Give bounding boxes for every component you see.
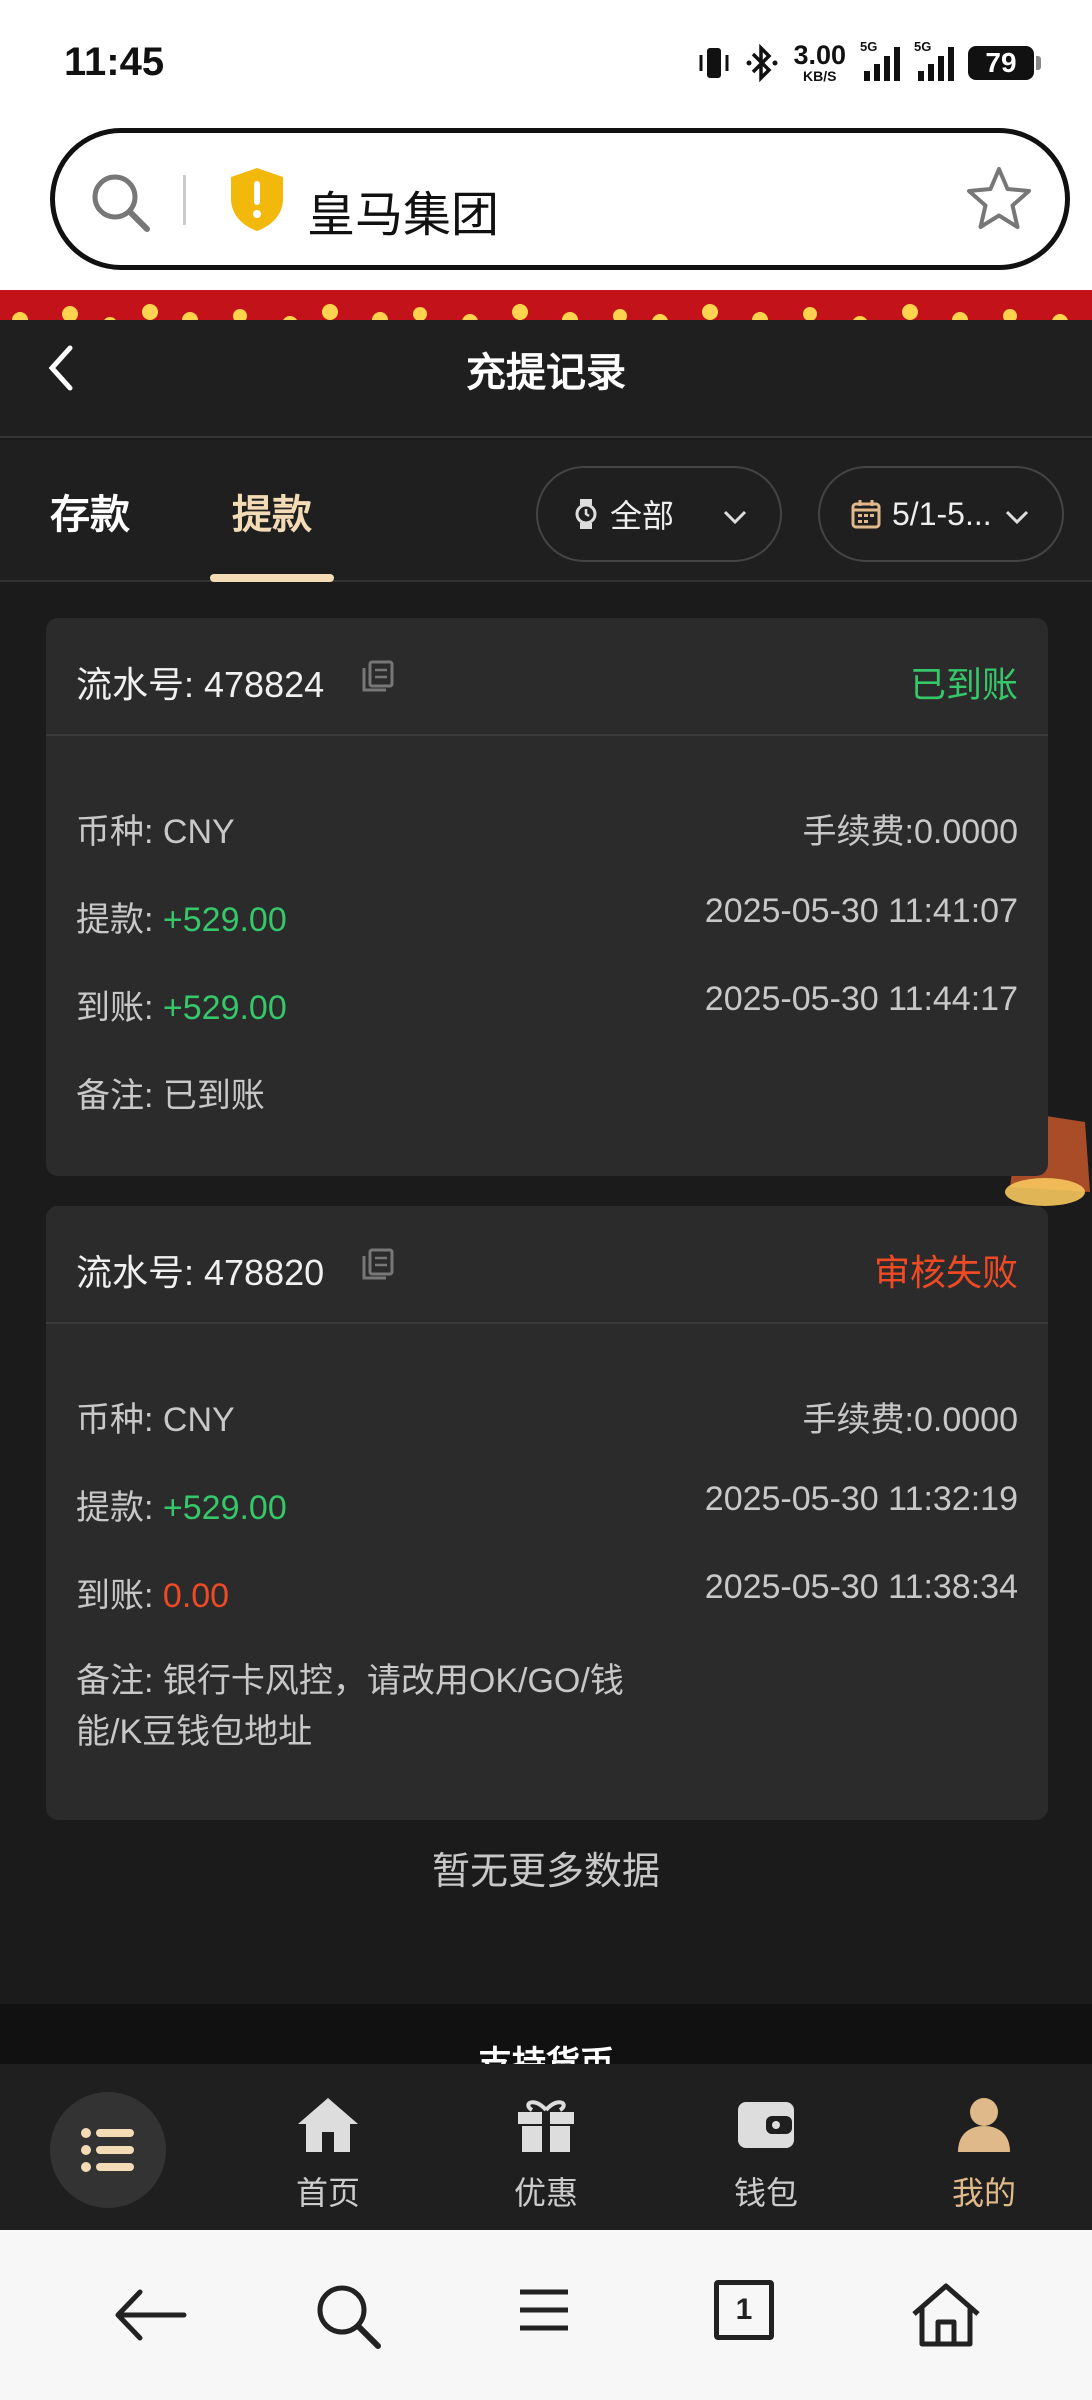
withdraw-row: 提款: +529.00 2025-05-30 11:32:19 xyxy=(76,1480,1018,1527)
menu-button[interactable] xyxy=(50,2092,166,2208)
status-bar: 11:45 3.00 KB/S 5G 5G 79 xyxy=(0,0,1092,128)
arrive-time: 2025-05-30 11:44:17 xyxy=(704,980,1018,1018)
back-arrow-icon[interactable] xyxy=(110,2280,190,2350)
address-divider xyxy=(183,175,186,225)
chevron-down-icon xyxy=(723,510,747,525)
battery-icon: 79 xyxy=(968,45,1041,80)
chevron-down-icon xyxy=(1005,510,1029,525)
tab-deposit[interactable]: 存款 xyxy=(50,482,130,540)
home-icon xyxy=(298,2098,358,2152)
arrive-amount: 0.00 xyxy=(162,1577,230,1615)
withdraw-time: 2025-05-30 11:32:19 xyxy=(704,1480,1018,1518)
active-tab-indicator xyxy=(210,574,334,582)
status-icons: 3.00 KB/S 5G 5G 79 xyxy=(697,39,1041,84)
note-row: 备注: 已到账 xyxy=(76,1077,265,1115)
star-icon[interactable] xyxy=(963,163,1035,235)
search-icon[interactable] xyxy=(89,171,153,235)
address-text[interactable]: 皇马集团 xyxy=(307,175,499,245)
record-card-header: 流水号: 478824 已到账 xyxy=(46,618,1048,736)
copy-icon[interactable] xyxy=(360,658,396,694)
date-filter-dropdown[interactable]: 5/1-5... xyxy=(818,466,1064,562)
nav-home[interactable]: 首页 xyxy=(268,2094,388,2214)
currency-section: 支持货币 xyxy=(0,2004,1092,2083)
wallet-icon xyxy=(738,2102,794,2148)
record-card-header: 流水号: 478820 审核失败 xyxy=(46,1206,1048,1324)
fee-value: 手续费:0.0000 xyxy=(802,813,1018,851)
search-icon[interactable] xyxy=(312,2280,384,2352)
currency-row: 币种: CNY 手续费:0.0000 xyxy=(76,1392,1018,1441)
browser-bottom-bar: 1 xyxy=(0,2230,1092,2400)
vibrate-icon xyxy=(699,47,729,78)
browser-toolbar: 皇马集团 xyxy=(0,128,1092,290)
withdraw-row: 提款: +529.00 2025-05-30 11:41:07 xyxy=(76,892,1018,939)
list-menu-icon xyxy=(81,2128,134,2172)
record-card: 流水号: 478820 审核失败 币种: CNY 手续费:0.0000 提款: … xyxy=(46,1206,1048,1820)
record-card: 流水号: 478824 已到账 币种: CNY 手续费:0.0000 提款: +… xyxy=(46,618,1048,1176)
signal-5g-1-icon: 5G xyxy=(860,39,900,81)
records-list: 流水号: 478824 已到账 币种: CNY 手续费:0.0000 提款: +… xyxy=(0,582,1092,2062)
nav-wallet[interactable]: 钱包 xyxy=(706,2094,826,2214)
status-time: 11:45 xyxy=(64,40,165,84)
shield-warning-icon[interactable] xyxy=(227,165,287,233)
gift-icon xyxy=(518,2100,574,2152)
no-more-data: 暂无更多数据 xyxy=(431,1851,660,1893)
calendar-icon xyxy=(851,500,881,529)
withdraw-amount: +529.00 xyxy=(162,901,287,939)
filter-watch-icon xyxy=(575,499,597,529)
arrive-time: 2025-05-30 11:38:34 xyxy=(704,1568,1018,1606)
tabs-row: 存款 提款 全部 5/1-5... xyxy=(0,440,1092,582)
date-filter-value: 5/1-5... xyxy=(892,495,992,532)
tabs-icon[interactable]: 1 xyxy=(714,2280,774,2340)
arrive-amount: +529.00 xyxy=(162,989,287,1027)
page-header: 充提记录 xyxy=(0,320,1092,438)
note-row: 备注: 银行卡风控，请改用OK/GO/钱 能/K豆钱包地址 xyxy=(76,1662,624,1751)
withdraw-amount: +529.00 xyxy=(162,1489,287,1527)
nav-promotions[interactable]: 优惠 xyxy=(486,2094,606,2214)
signal-5g-2-icon: 5G xyxy=(914,39,954,81)
serial-number: 流水号: 478824 xyxy=(76,664,325,705)
copy-icon[interactable] xyxy=(360,1246,396,1282)
serial-number: 流水号: 478820 xyxy=(76,1252,325,1293)
arrive-row: 到账: 0.00 2025-05-30 11:38:34 xyxy=(76,1568,1018,1615)
network-speed: 3.00 KB/S xyxy=(793,40,846,84)
status-filter-value: 全部 xyxy=(610,498,675,534)
currency-row: 币种: CNY 手续费:0.0000 xyxy=(76,804,1018,853)
status-filter-dropdown[interactable]: 全部 xyxy=(536,466,782,562)
app-bottom-nav: 首页 优惠 钱包 我的 xyxy=(0,2064,1092,2230)
bluetooth-icon xyxy=(746,43,778,82)
withdraw-time: 2025-05-30 11:41:07 xyxy=(704,892,1018,930)
address-bar[interactable]: 皇马集团 xyxy=(50,128,1070,270)
nav-profile[interactable]: 我的 xyxy=(924,2094,1044,2214)
status-badge: 已到账 xyxy=(909,664,1018,705)
fee-value: 手续费:0.0000 xyxy=(802,1401,1018,1439)
status-badge: 审核失败 xyxy=(873,1252,1018,1293)
user-icon xyxy=(958,2098,1010,2152)
page-title: 充提记录 xyxy=(466,351,626,395)
tab-withdraw[interactable]: 提款 xyxy=(232,482,312,540)
arrive-row: 到账: +529.00 2025-05-30 11:44:17 xyxy=(76,980,1018,1027)
home-icon[interactable] xyxy=(908,2280,984,2350)
menu-icon[interactable] xyxy=(514,2280,574,2340)
